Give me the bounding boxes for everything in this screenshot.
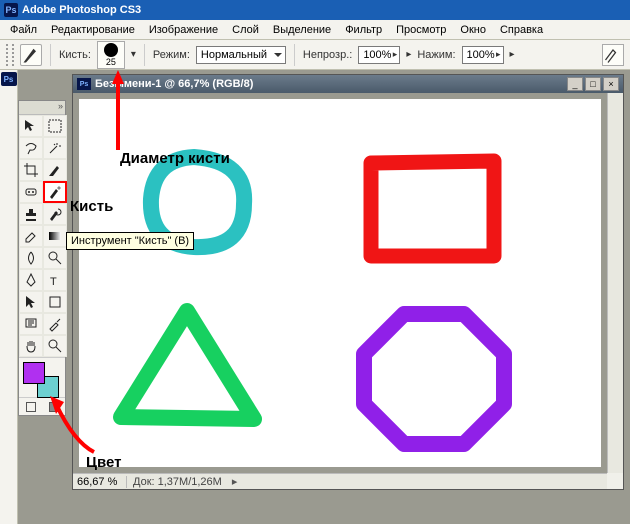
brush-size-value: 25 [106,57,116,67]
svg-text:T: T [50,276,57,288]
options-bar: Кисть: 25 ▾ Режим: Нормальный Непрозр.: … [0,40,630,70]
brush-dot-icon [104,43,118,57]
tool-type[interactable]: T [43,269,67,291]
airbrush-icon[interactable] [602,44,624,66]
close-button[interactable]: × [603,77,619,91]
standard-mode-icon[interactable] [26,402,36,412]
tool-move[interactable] [19,115,43,137]
opacity-label: Непрозр.: [303,49,352,61]
toolbox: T [18,100,66,416]
menu-file[interactable]: Файл [4,22,43,38]
document-title: Безымени-1 @ 66,7% (RGB/8) [95,78,565,90]
menu-edit[interactable]: Редактирование [45,22,141,38]
tool-hand[interactable] [19,335,43,357]
tool-eyedropper[interactable] [43,313,67,335]
tool-marquee[interactable] [43,115,67,137]
tool-slice[interactable] [43,159,67,181]
tool-crop[interactable] [19,159,43,181]
chevron-right-icon[interactable]: ▸ [406,49,411,60]
canvas-viewport [73,93,607,473]
menu-bar: Файл Редактирование Изображение Слой Выд… [0,20,630,40]
palette-well: Ps [0,70,18,524]
tool-tooltip: Инструмент "Кисть" (B) [66,232,194,250]
tool-gradient[interactable] [43,225,67,247]
app-titlebar: Ps Adobe Photoshop CS3 [0,0,630,20]
drawn-square [359,151,509,271]
tool-lasso[interactable] [19,137,43,159]
menu-select[interactable]: Выделение [267,22,337,38]
minimize-button[interactable]: _ [567,77,583,91]
tool-path-select[interactable] [19,291,43,313]
tool-blur[interactable] [19,247,43,269]
tool-pen[interactable] [19,269,43,291]
document-window: Ps Безымени-1 @ 66,7% (RGB/8) _ □ × [72,74,624,490]
ps-badge-icon[interactable]: Ps [1,72,17,86]
flow-label: Нажим: [417,49,455,61]
mode-select[interactable]: Нормальный [196,46,286,64]
current-tool-icon[interactable] [20,44,42,66]
mode-label: Режим: [153,49,190,61]
chevron-down-icon[interactable]: ▾ [131,49,136,60]
brush-label: Кисть: [59,49,91,61]
tool-history-brush[interactable] [43,203,67,225]
tool-notes[interactable] [19,313,43,335]
color-swatches [19,357,65,397]
tool-heal[interactable] [19,181,43,203]
drawn-octagon [349,304,519,454]
tool-wand[interactable] [43,137,67,159]
flow-input[interactable]: 100% [462,46,504,64]
opacity-input[interactable]: 100% [358,46,400,64]
work-area: Ps T [0,70,630,524]
tool-shape[interactable] [43,291,67,313]
doc-ps-icon: Ps [77,78,91,90]
menu-image[interactable]: Изображение [143,22,224,38]
tool-zoom[interactable] [43,335,67,357]
menu-window[interactable]: Окно [454,22,492,38]
quickmask-row [19,397,65,415]
brush-preset-picker[interactable]: 25 [97,41,125,69]
menu-help[interactable]: Справка [494,22,549,38]
toolbox-header[interactable] [19,101,65,115]
doc-size-status: Док: 1,37M/1,26M [127,476,228,488]
status-bar: 66,67 % Док: 1,37M/1,26M ▸ [73,473,607,489]
vertical-scrollbar[interactable] [607,93,623,473]
maximize-button[interactable]: □ [585,77,601,91]
app-logo-icon: Ps [4,3,18,17]
tool-dodge[interactable] [43,247,67,269]
menu-filter[interactable]: Фильтр [339,22,388,38]
mode-value: Нормальный [201,49,267,61]
document-titlebar[interactable]: Ps Безымени-1 @ 66,7% (RGB/8) _ □ × [73,75,623,93]
quickmask-mode-icon[interactable] [49,402,59,412]
canvas[interactable] [79,99,601,467]
chevron-right-icon-3[interactable]: ▸ [232,475,238,488]
options-grip[interactable] [6,44,14,66]
zoom-level[interactable]: 66,67 % [73,476,127,488]
flow-value: 100% [467,49,495,61]
drawn-triangle [109,299,269,439]
foreground-color-swatch[interactable] [23,362,45,384]
tool-brush[interactable] [43,181,67,203]
tool-stamp[interactable] [19,203,43,225]
menu-layer[interactable]: Слой [226,22,265,38]
tool-eraser[interactable] [19,225,43,247]
chevron-right-icon-2[interactable]: ▸ [510,49,515,60]
menu-view[interactable]: Просмотр [390,22,452,38]
opacity-value: 100% [363,49,391,61]
app-title: Adobe Photoshop CS3 [22,4,141,16]
